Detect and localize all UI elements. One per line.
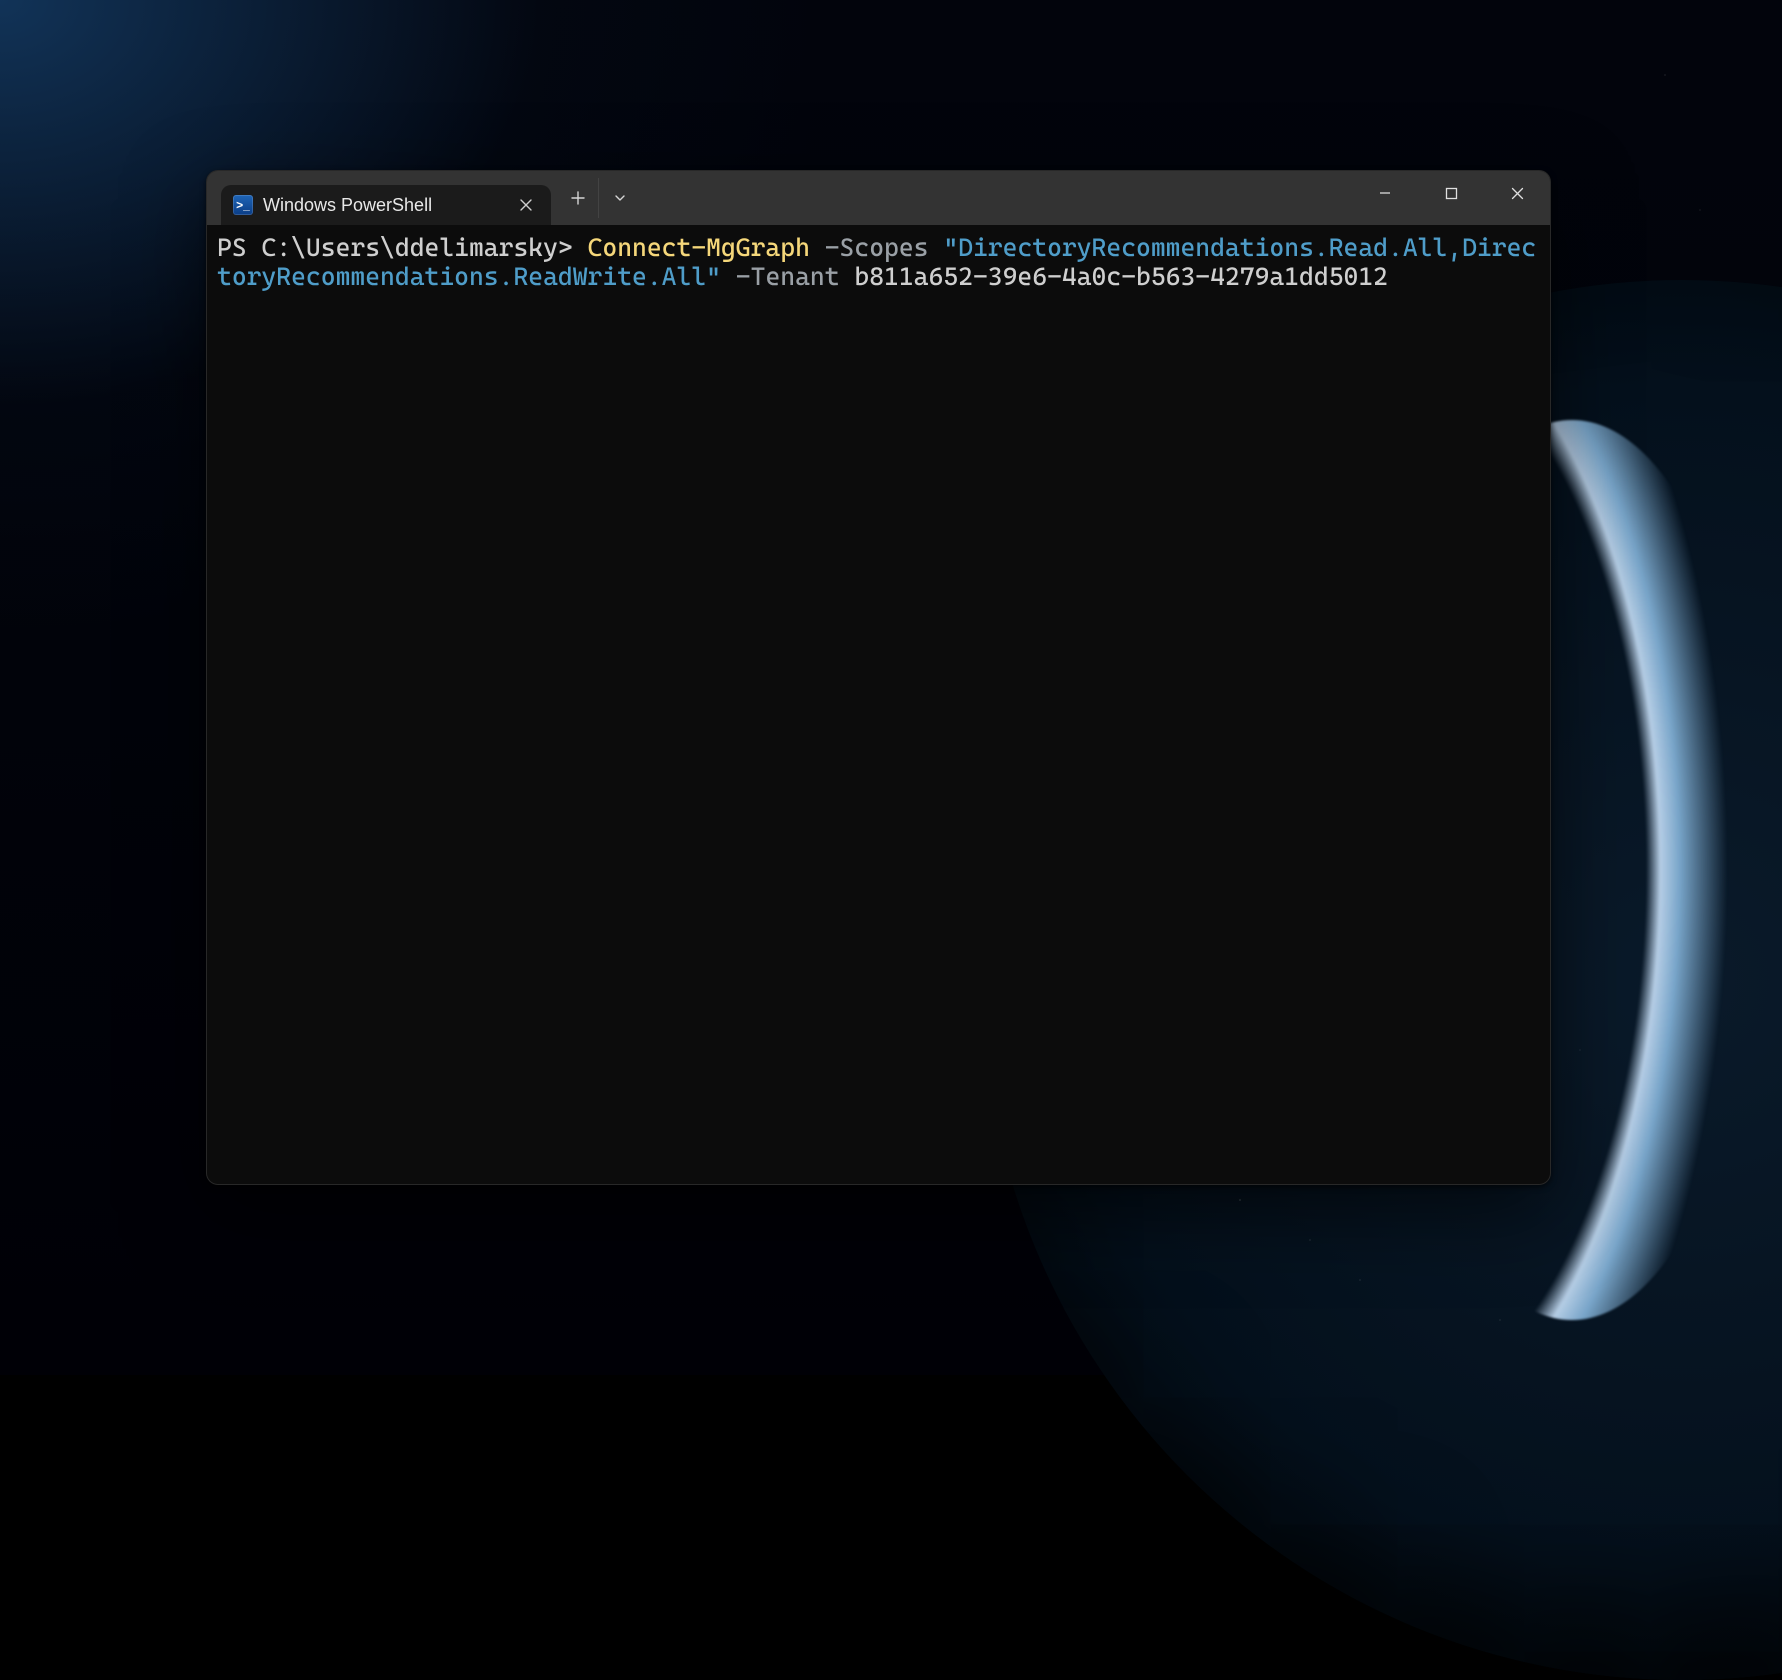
command-name: Connect-MgGraph bbox=[588, 233, 810, 262]
prompt-text: PS C:\Users\ddelimarsky> bbox=[217, 233, 588, 262]
plus-icon bbox=[571, 191, 585, 205]
powershell-icon-label: >_ bbox=[236, 198, 250, 212]
terminal-body[interactable]: PS C:\Users\ddelimarsky> Connect-MgGraph… bbox=[207, 225, 1550, 1184]
terminal-window: >_ Windows PowerShell bbox=[206, 170, 1551, 1185]
tab-strip: >_ Windows PowerShell bbox=[207, 171, 641, 225]
tab-close-button[interactable] bbox=[515, 194, 537, 216]
tab-dropdown-button[interactable] bbox=[599, 178, 641, 218]
close-icon bbox=[520, 199, 532, 211]
param-tenant: -Tenant bbox=[736, 262, 840, 291]
tab-powershell[interactable]: >_ Windows PowerShell bbox=[221, 185, 551, 225]
tab-actions bbox=[551, 171, 641, 225]
window-close-button[interactable] bbox=[1484, 171, 1550, 215]
chevron-down-icon bbox=[613, 191, 627, 205]
maximize-icon bbox=[1445, 187, 1458, 200]
title-bar[interactable]: >_ Windows PowerShell bbox=[207, 171, 1550, 225]
minimize-button[interactable] bbox=[1352, 171, 1418, 215]
param-scopes: -Scopes bbox=[825, 233, 929, 262]
window-controls bbox=[1352, 171, 1550, 215]
close-icon bbox=[1511, 187, 1524, 200]
new-tab-button[interactable] bbox=[557, 178, 599, 218]
minimize-icon bbox=[1378, 186, 1392, 200]
powershell-icon: >_ bbox=[233, 195, 253, 215]
maximize-button[interactable] bbox=[1418, 171, 1484, 215]
tab-title: Windows PowerShell bbox=[263, 195, 505, 216]
tenant-value: b811a652-39e6-4a0c-b563-4279a1dd5012 bbox=[854, 262, 1388, 291]
